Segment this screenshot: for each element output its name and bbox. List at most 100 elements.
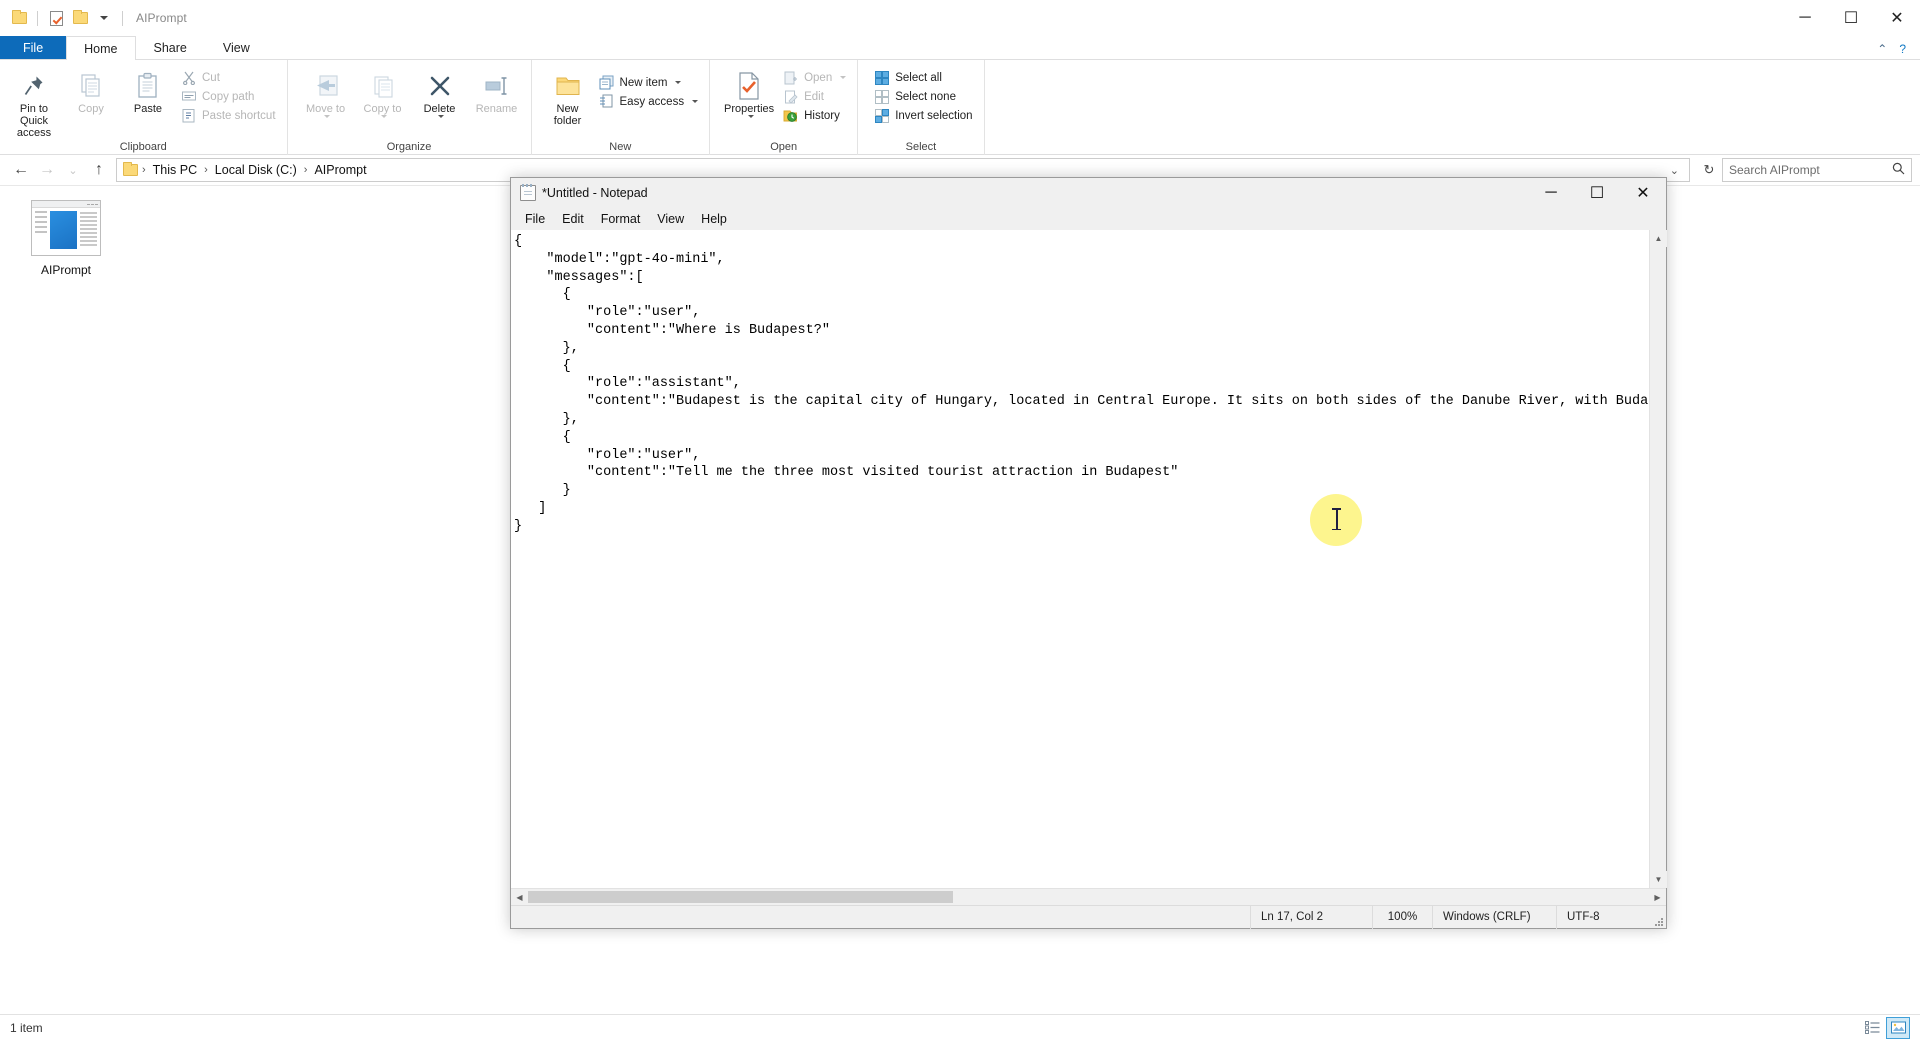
pin-to-quick-access-button[interactable]: Pin to Quick access [6,65,62,139]
invert-selection-button[interactable]: Invert selection [870,106,977,125]
select-none-button[interactable]: Select none [870,87,977,106]
recent-locations-button[interactable]: ⌄ [60,157,86,183]
search-placeholder: Search AIPrompt [1729,163,1820,177]
horizontal-scroll-track[interactable] [528,889,1649,905]
scissors-icon [180,69,197,86]
menu-format[interactable]: Format [593,210,649,228]
horizontal-scroll-thumb[interactable] [528,891,953,903]
delete-button[interactable]: Delete [412,65,468,133]
menu-view[interactable]: View [649,210,692,228]
line-ending-label: Windows (CRLF) [1432,905,1556,929]
breadcrumb-sep-1[interactable]: › [202,164,210,176]
copy-label: Copy [78,103,104,115]
copy-to-button[interactable]: Copy to [355,65,411,133]
copy-button[interactable]: Copy [63,65,119,133]
breadcrumb-item-local-disk[interactable]: Local Disk (C:) [210,160,302,180]
details-view-button[interactable] [1860,1017,1884,1039]
notepad-horizontal-scrollbar[interactable]: ◀ ▶ [511,888,1666,906]
scroll-right-arrow-icon[interactable]: ▶ [1649,889,1666,906]
view-mode-buttons [1860,1016,1910,1039]
qat-folder-icon[interactable] [8,7,30,29]
explorer-maximize-button[interactable]: ☐ [1828,0,1874,36]
new-item-button[interactable]: New item [595,73,704,92]
open-caret-icon[interactable] [840,76,847,79]
clipboard-small-buttons: Cut Copy path Paste shortcut [177,65,281,125]
copy-to-label: Copy to [363,103,402,115]
properties-caret-icon[interactable] [747,115,754,118]
qat-properties-icon[interactable] [45,7,67,29]
edit-button[interactable]: Edit [779,87,851,106]
properties-button[interactable]: Properties [720,65,778,133]
ribbon-group-select: Select all Select none Invert selection … [858,60,985,155]
qat-customize-caret-icon[interactable] [93,7,115,29]
scroll-down-arrow-icon[interactable]: ▼ [1650,871,1667,888]
help-icon[interactable]: ? [1899,42,1906,56]
cut-button[interactable]: Cut [177,68,281,87]
ribbon-group-open: Properties Open Edit History Open [710,60,859,155]
search-input[interactable]: Search AIPrompt [1722,158,1912,182]
back-button[interactable]: ← [8,157,34,183]
notepad-title-bar[interactable]: *Untitled - Notepad ─ ☐ ✕ [511,178,1666,208]
new-item-label: New item [619,76,668,89]
refresh-button[interactable]: ↻ [1696,157,1722,183]
large-icons-view-button[interactable] [1886,1016,1910,1039]
tab-file[interactable]: File [0,35,67,59]
move-to-caret-icon[interactable] [324,115,331,118]
explorer-minimize-button[interactable]: ─ [1782,0,1828,36]
search-icon[interactable] [1892,162,1905,178]
menu-help[interactable]: Help [693,210,735,228]
select-all-button[interactable]: Select all [870,68,977,87]
move-to-button[interactable]: Move to [298,65,354,133]
rename-button[interactable]: Rename [469,65,525,133]
explorer-close-button[interactable]: ✕ [1874,0,1920,36]
forward-button[interactable]: → [34,157,60,183]
scroll-up-arrow-icon[interactable]: ▲ [1650,230,1667,247]
address-dropdown-icon[interactable]: ⌄ [1664,164,1685,177]
file-item-aiprompt[interactable]: AIPrompt [14,200,118,277]
copy-to-caret-icon[interactable] [381,115,388,118]
new-item-caret-icon[interactable] [675,81,682,84]
tab-home[interactable]: Home [66,36,136,60]
menu-file[interactable]: File [517,210,553,228]
ribbon-collapse-icon[interactable]: ⌃ [1877,42,1887,56]
ribbon-group-organize: Move to Copy to Delete Rename Organize [288,60,532,155]
new-small-buttons: New item Easy access [595,65,704,111]
new-folder-label: New folder [553,103,582,127]
cursor-position-label: Ln 17, Col 2 [1250,905,1372,929]
new-folder-button[interactable]: New folder [542,65,594,133]
notepad-text-content[interactable]: { "model":"gpt-4o-mini", "messages":[ { … [511,230,1649,888]
notepad-maximize-button[interactable]: ☐ [1574,178,1620,208]
tab-share[interactable]: Share [136,35,205,59]
breadcrumb-sep-2[interactable]: › [302,164,310,176]
qat-new-folder-icon[interactable] [69,7,91,29]
notepad-close-button[interactable]: ✕ [1620,178,1666,208]
paste-shortcut-button[interactable]: Paste shortcut [177,106,281,125]
open-button[interactable]: Open [779,68,851,87]
breadcrumb-item-this-pc[interactable]: This PC [148,160,202,180]
rename-label: Rename [475,103,518,115]
group-label-select: Select [905,141,937,153]
notepad-vertical-scrollbar[interactable]: ▲ ▼ [1649,230,1667,888]
notepad-menu-bar: File Edit Format View Help [511,208,1666,230]
properties-label: Properties [724,103,775,115]
resize-grip-icon[interactable] [1652,906,1666,929]
paste-button[interactable]: Paste [120,65,176,133]
easy-access-caret-icon[interactable] [692,100,699,103]
menu-edit[interactable]: Edit [554,210,592,228]
up-button[interactable]: ↑ [86,157,112,183]
tab-view[interactable]: View [205,35,268,59]
delete-label: Delete [423,103,456,115]
delete-caret-icon[interactable] [438,115,445,118]
delete-icon [427,69,453,103]
select-small-buttons: Select all Select none Invert selection [870,65,977,125]
copy-path-button[interactable]: Copy path [177,87,281,106]
notepad-minimize-button[interactable]: ─ [1528,178,1574,208]
vertical-scroll-track[interactable] [1650,247,1666,871]
invert-selection-icon [873,107,890,124]
pin-icon [21,69,47,103]
notepad-window[interactable]: *Untitled - Notepad ─ ☐ ✕ File Edit Form… [510,177,1667,929]
breadcrumb-item-aiprompt[interactable]: AIPrompt [309,160,371,180]
scroll-left-arrow-icon[interactable]: ◀ [511,889,528,906]
easy-access-button[interactable]: Easy access [595,92,704,111]
history-button[interactable]: History [779,106,851,125]
